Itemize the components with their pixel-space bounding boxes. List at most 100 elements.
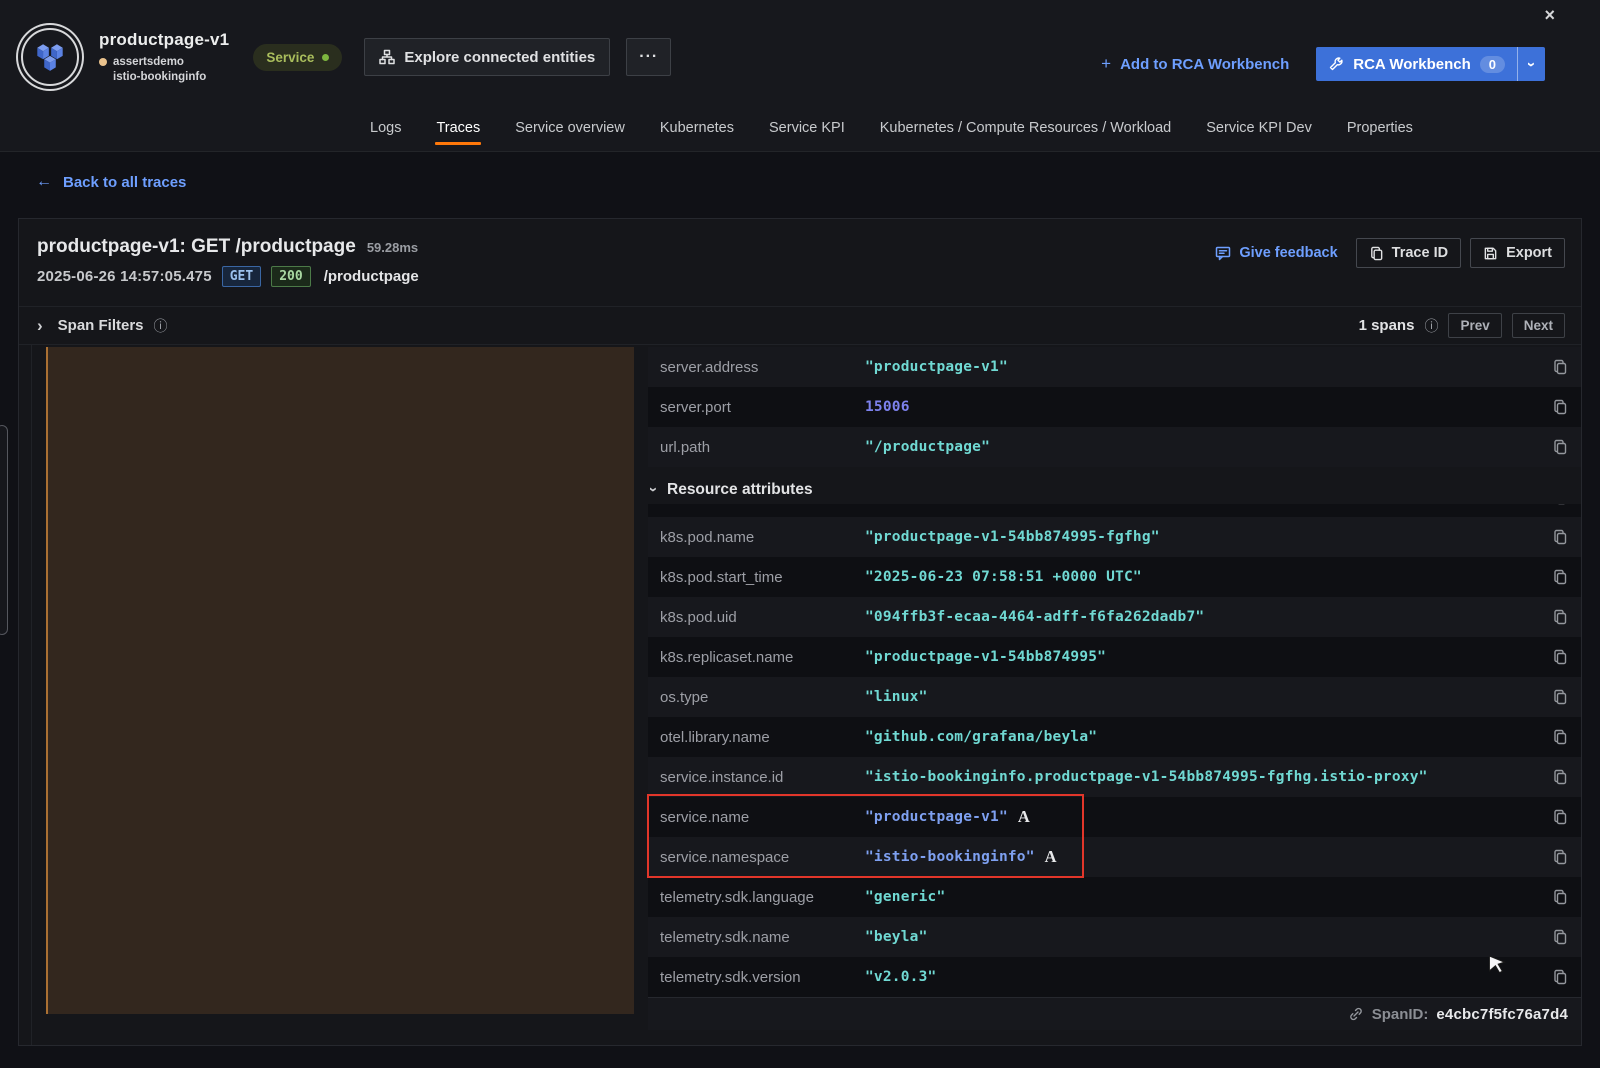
copy-icon bbox=[1552, 439, 1568, 455]
close-icon[interactable]: × bbox=[1544, 5, 1555, 26]
copy-value-button[interactable] bbox=[1552, 929, 1568, 945]
span-filters-label: Span Filters bbox=[58, 317, 144, 334]
entity-subtitle: assertsdemo istio-bookinginfo bbox=[99, 55, 229, 85]
copy-icon bbox=[1552, 399, 1568, 415]
copy-value-button[interactable] bbox=[1552, 889, 1568, 905]
left-scroll-handle[interactable] bbox=[0, 425, 8, 635]
entity-title-block: productpage-v1 assertsdemo istio-booking… bbox=[99, 30, 229, 85]
attribute-row: server.port 15006 bbox=[648, 387, 1581, 427]
tab[interactable]: Properties bbox=[1346, 106, 1414, 150]
attribute-name: server.port bbox=[660, 399, 865, 416]
tab-label: Properties bbox=[1347, 120, 1413, 136]
attribute-row: k8s.pod.name "productpage-v1-54bb874995-… bbox=[648, 517, 1581, 557]
entity-namespace: istio-bookinginfo bbox=[113, 70, 229, 85]
prev-span-button[interactable]: Prev bbox=[1448, 313, 1501, 338]
tab[interactable]: Kubernetes bbox=[659, 106, 735, 150]
attribute-row: service.namespace "istio-bookinginfo" A bbox=[648, 837, 1581, 877]
attribute-row: telemetry.sdk.name "beyla" bbox=[648, 917, 1581, 957]
trace-meta-row: 2025-06-26 14:57:05.475 GET 200 /product… bbox=[37, 266, 1565, 287]
copy-icon bbox=[1552, 809, 1568, 825]
attribute-name: os.type bbox=[660, 689, 865, 706]
chevron-down-icon: › bbox=[645, 487, 662, 492]
attribute-row: k8s.replicaset.name "productpage-v1-54bb… bbox=[648, 637, 1581, 677]
chevron-down-icon: › bbox=[1523, 62, 1540, 67]
copy-icon bbox=[1552, 649, 1568, 665]
attribute-row: k8s.owner.name "productpage-v1" bbox=[648, 504, 1581, 517]
attribute-row: url.path "/productpage" bbox=[648, 427, 1581, 467]
attribute-name: k8s.pod.name bbox=[660, 529, 865, 546]
span-id-footer: SpanID: e4cbc7f5fc76a7d4 bbox=[648, 997, 1581, 1030]
copy-icon bbox=[1552, 929, 1568, 945]
explore-button-label: Explore connected entities bbox=[404, 49, 595, 66]
attribute-name: k8s.owner.name bbox=[660, 504, 865, 506]
service-type-label: Service bbox=[266, 50, 314, 65]
attribute-value: "linux" bbox=[865, 689, 928, 705]
attribute-link-a-icon[interactable]: A bbox=[1018, 807, 1030, 827]
copy-value-button[interactable] bbox=[1552, 359, 1568, 375]
chevron-right-icon[interactable]: › bbox=[37, 316, 43, 336]
copy-value-button[interactable] bbox=[1552, 649, 1568, 665]
explore-connected-entities-button[interactable]: Explore connected entities bbox=[364, 38, 610, 76]
tab-label: Service overview bbox=[515, 120, 625, 136]
add-to-rca-workbench-link[interactable]: + Add to RCA Workbench bbox=[1101, 54, 1289, 74]
tab[interactable]: Logs bbox=[369, 106, 402, 150]
entity-env: assertsdemo bbox=[113, 55, 184, 70]
resource-attributes-rows: k8s.pod.name "productpage-v1-54bb874995-… bbox=[648, 517, 1581, 997]
span-id-label: SpanID: bbox=[1372, 1006, 1429, 1023]
copy-icon bbox=[1552, 569, 1568, 585]
attribute-value: "istio-bookinginfo" bbox=[865, 849, 1035, 865]
entity-header: productpage-v1 assertsdemo istio-booking… bbox=[0, 0, 1600, 152]
copy-value-button[interactable] bbox=[1552, 809, 1568, 825]
back-to-traces-link[interactable]: ← Back to all traces bbox=[36, 173, 186, 191]
info-icon[interactable]: ⓘ bbox=[1424, 316, 1438, 336]
span-filters-right: 1 spans ⓘ Prev Next bbox=[1359, 313, 1565, 338]
copy-value-button[interactable] bbox=[1552, 689, 1568, 705]
resource-attributes-header[interactable]: › Resource attributes bbox=[651, 475, 1581, 504]
span-timeline-selected[interactable] bbox=[46, 347, 634, 1014]
attribute-value: "094ffb3f-ecaa-4464-adff-f6fa262dadb7" bbox=[865, 609, 1204, 625]
give-feedback-link[interactable]: Give feedback bbox=[1215, 245, 1337, 261]
add-to-rca-label: Add to RCA Workbench bbox=[1120, 56, 1289, 73]
attribute-value: "productpage-v1" bbox=[865, 504, 1008, 505]
copy-value-button[interactable] bbox=[1552, 609, 1568, 625]
copy-value-button[interactable] bbox=[1552, 849, 1568, 865]
info-icon[interactable]: ⓘ bbox=[154, 316, 168, 336]
tab[interactable]: Kubernetes / Compute Resources / Workloa… bbox=[879, 106, 1173, 150]
next-span-button[interactable]: Next bbox=[1512, 313, 1565, 338]
copy-value-button[interactable] bbox=[1552, 504, 1568, 505]
rca-workbench-dropdown[interactable]: › bbox=[1517, 47, 1545, 81]
copy-value-button[interactable] bbox=[1552, 529, 1568, 545]
attribute-value: "productpage-v1-54bb874995" bbox=[865, 649, 1106, 665]
rca-workbench-button[interactable]: RCA Workbench 0 bbox=[1316, 47, 1517, 81]
copy-value-button[interactable] bbox=[1552, 969, 1568, 985]
copy-icon bbox=[1552, 769, 1568, 785]
attribute-row: otel.library.name "github.com/grafana/be… bbox=[648, 717, 1581, 757]
back-arrow-icon: ← bbox=[36, 173, 52, 191]
tab[interactable]: Service KPI Dev bbox=[1205, 106, 1313, 150]
copy-value-button[interactable] bbox=[1552, 769, 1568, 785]
attribute-name: otel.library.name bbox=[660, 729, 865, 746]
copy-value-button[interactable] bbox=[1552, 439, 1568, 455]
attribute-name: k8s.pod.start_time bbox=[660, 569, 865, 586]
attribute-name: k8s.pod.uid bbox=[660, 609, 865, 626]
copy-value-button[interactable] bbox=[1552, 569, 1568, 585]
health-dot-icon bbox=[322, 54, 329, 61]
http-status-badge: 200 bbox=[271, 266, 310, 287]
tab[interactable]: Traces bbox=[435, 106, 481, 150]
tab[interactable]: Service KPI bbox=[768, 106, 846, 150]
trace-id-button[interactable]: Trace ID bbox=[1356, 238, 1461, 268]
copy-value-button[interactable] bbox=[1552, 399, 1568, 415]
tab-bar: Logs Traces Service overview Kubernetes … bbox=[0, 105, 1600, 151]
attribute-name: service.instance.id bbox=[660, 769, 865, 786]
attribute-value: "/productpage" bbox=[865, 439, 990, 455]
attribute-link-a-icon[interactable]: A bbox=[1045, 847, 1057, 867]
copy-value-button[interactable] bbox=[1552, 729, 1568, 745]
rca-workbench-label: RCA Workbench bbox=[1353, 56, 1471, 73]
attribute-value: "istio-bookinginfo.productpage-v1-54bb87… bbox=[865, 769, 1428, 785]
more-options-button[interactable]: ··· bbox=[626, 38, 671, 76]
export-button[interactable]: Export bbox=[1470, 238, 1565, 268]
tab[interactable]: Service overview bbox=[514, 106, 626, 150]
service-logo bbox=[21, 28, 79, 86]
trace-detail-panel: productpage-v1: GET /productpage 59.28ms… bbox=[18, 218, 1582, 1046]
attribute-name: url.path bbox=[660, 439, 865, 456]
